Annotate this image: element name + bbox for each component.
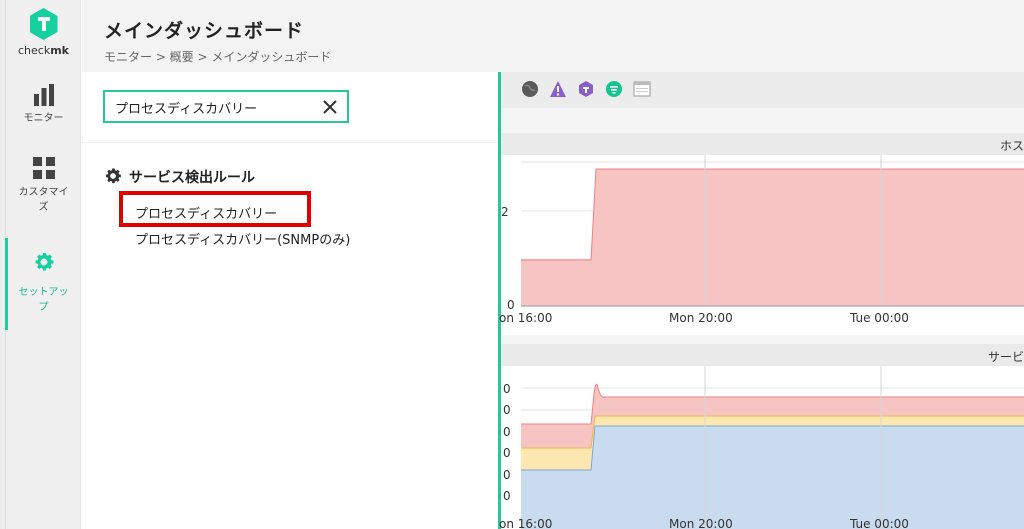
y-tick-label: 0 — [503, 446, 511, 460]
x-tick-label: Tue 00:00 — [850, 311, 909, 325]
setup-search-panel: プロセスディスカバリー サービス検出ルール プロセスディスカバリー プロセスディ… — [82, 72, 499, 529]
graph-title: ホス — [999, 139, 1024, 153]
graph-header-hosts: ホス — [501, 133, 1024, 155]
series-area — [521, 169, 1024, 306]
y-tick-label: 0 — [503, 382, 511, 396]
main-sidebar: checkmk モニター カスタマイズ セットアップ — [5, 0, 81, 529]
results-section-title: サービス検出ルール — [103, 166, 255, 187]
y-tick-label: 0 — [503, 489, 511, 503]
x-tick-label: Mon 20:00 — [669, 517, 733, 529]
sidebar-item-label: カスタマイズ — [18, 187, 69, 213]
checkmk-logo-icon — [29, 8, 58, 40]
area-chart-services — [521, 366, 1024, 529]
y-tick-label: 2 — [501, 205, 509, 219]
x-tick-label: on 16:00 — [499, 517, 553, 529]
sidebar-item-setup[interactable]: セットアップ — [6, 250, 81, 315]
graph-header-services: サービ — [501, 344, 1024, 366]
logo-text: checkmk — [18, 44, 69, 57]
results-section-label: サービス検出ルール — [129, 170, 255, 186]
close-icon[interactable] — [321, 98, 339, 116]
sidebar-item-monitor[interactable]: モニター — [6, 84, 81, 126]
search-input[interactable]: プロセスディスカバリー — [103, 90, 349, 123]
page-title: メインダッシュボード — [104, 20, 305, 42]
page-header: メインダッシュボード モニター > 概要 > メインダッシュボード — [82, 0, 1024, 72]
y-tick-label: 0 — [507, 298, 515, 312]
sidebar-item-label: セットアップ — [18, 287, 69, 313]
gear-icon — [35, 253, 53, 271]
y-tick-label: 0 — [503, 425, 511, 439]
gear-icon — [106, 168, 121, 184]
divider — [82, 142, 499, 143]
graph-hosts[interactable]: 2 0 on 16:00 Mon 20:00 Tue 00:00 — [499, 155, 1024, 335]
x-tick-label: on 16:00 — [499, 311, 553, 325]
y-tick-label: 0 — [503, 403, 511, 417]
graph-services[interactable]: 0 0 0 0 0 0 on 16:00 Mon 20:00 Tue 00:00 — [499, 366, 1024, 529]
bar-chart-icon — [33, 84, 54, 106]
area-chart-hosts — [521, 155, 1024, 307]
grid-icon — [32, 157, 55, 179]
warning-icon[interactable] — [549, 80, 567, 98]
y-tick-label: 0 — [503, 468, 511, 482]
highlight-annotation — [119, 191, 311, 227]
hexagon-icon[interactable] — [577, 80, 595, 98]
dashboard-toolbar — [501, 72, 1024, 108]
window-icon[interactable] — [633, 80, 651, 98]
dashboard-background: ホス 2 0 on 16:00 Mon 20:00 Tue 00:00 サービ — [499, 72, 1024, 529]
checkmk-logo[interactable]: checkmk — [6, 8, 81, 57]
series-area — [521, 426, 1024, 529]
globe-icon[interactable] — [521, 80, 539, 98]
sidebar-item-label: モニター — [23, 113, 64, 124]
breadcrumb: モニター > 概要 > メインダッシュボード — [104, 50, 332, 64]
result-link-process-discovery-snmp[interactable]: プロセスディスカバリー(SNMPのみ) — [135, 229, 350, 248]
graph-title: サービ — [987, 350, 1024, 364]
app-window: checkmk モニター カスタマイズ セットアップ メインダッシュボード モニ… — [0, 0, 1024, 529]
x-tick-label: Mon 20:00 — [669, 311, 733, 325]
search-input-value[interactable]: プロセスディスカバリー — [115, 98, 257, 117]
sidebar-item-customize[interactable]: カスタマイズ — [6, 156, 81, 215]
filter-icon[interactable] — [605, 80, 623, 98]
x-tick-label: Tue 00:00 — [850, 517, 909, 529]
